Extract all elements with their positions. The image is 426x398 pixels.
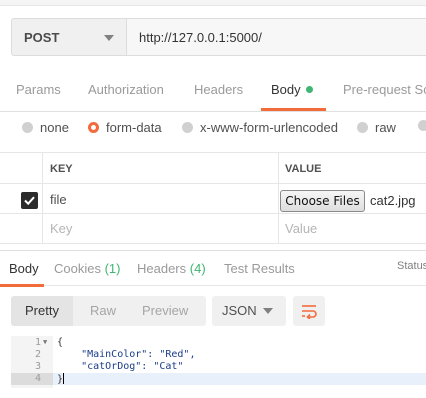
radio-raw[interactable]: raw bbox=[357, 120, 396, 135]
method-select[interactable]: POST bbox=[11, 18, 126, 56]
response-tab-test-results[interactable]: Test Results bbox=[224, 261, 295, 276]
url-text: http://127.0.0.1:5000/ bbox=[139, 29, 262, 45]
tab-headers[interactable]: Headers bbox=[194, 82, 243, 97]
response-tabs: Body Cookies (1) Headers (4) Test Result… bbox=[0, 250, 426, 287]
body-type-radios: none form-data x-www-form-urlencoded raw bbox=[0, 114, 426, 144]
key-placeholder: Key bbox=[50, 221, 73, 236]
format-select-label: JSON bbox=[222, 303, 257, 318]
table-empty-value-cell[interactable]: Value bbox=[279, 214, 426, 244]
radio-label: none bbox=[40, 120, 69, 135]
response-tab-cookies[interactable]: Cookies (1) bbox=[54, 261, 120, 276]
radio-label: raw bbox=[375, 120, 396, 135]
format-select[interactable]: JSON bbox=[212, 296, 286, 326]
text-cursor bbox=[63, 373, 65, 384]
table-empty-check-cell bbox=[0, 214, 43, 244]
radio-label: x-www-form-urlencoded bbox=[200, 120, 338, 135]
active-line-highlight bbox=[11, 373, 426, 385]
choose-files-button[interactable]: Choose Files bbox=[280, 190, 365, 212]
radio-label: form-data bbox=[106, 120, 162, 135]
response-tab-body[interactable]: Body bbox=[9, 261, 39, 276]
radio-none[interactable]: none bbox=[22, 120, 69, 135]
url-input[interactable]: http://127.0.0.1:5000/ bbox=[126, 18, 426, 56]
wrap-lines-icon bbox=[302, 305, 317, 319]
table-header-check-cell bbox=[0, 152, 43, 184]
headers-count: (4) bbox=[189, 261, 206, 276]
request-tabs: Params Authorization Headers Body Pre-re… bbox=[0, 72, 426, 112]
active-tab-underline bbox=[261, 108, 326, 111]
tab-params[interactable]: Params bbox=[16, 82, 61, 97]
body-indicator-dot-icon bbox=[305, 86, 313, 93]
table-empty-key-cell[interactable]: Key bbox=[43, 214, 279, 244]
key-column-header: KEY bbox=[50, 163, 73, 175]
selected-file-name: cat2.jpg bbox=[370, 193, 416, 208]
table-header-value-cell: VALUE bbox=[279, 152, 426, 184]
fold-arrow-icon[interactable]: ▼ bbox=[43, 338, 47, 346]
tab-label: Cookies bbox=[54, 261, 101, 276]
checkmark-icon bbox=[24, 196, 35, 206]
value-placeholder: Value bbox=[285, 221, 318, 236]
line-number: 1 bbox=[34, 337, 41, 348]
response-tab-headers[interactable]: Headers (4) bbox=[137, 261, 206, 276]
status-label: Status bbox=[397, 260, 426, 272]
value-column-header: VALUE bbox=[285, 163, 322, 175]
code-line: { bbox=[57, 337, 64, 348]
table-header-key-cell: KEY bbox=[43, 152, 279, 184]
radio-circle-icon bbox=[418, 120, 426, 131]
tab-body-label: Body bbox=[271, 82, 301, 97]
view-raw-button[interactable]: Raw bbox=[90, 303, 116, 318]
tab-pre-request-script[interactable]: Pre-request Scr bbox=[343, 82, 426, 97]
row-key-text: file bbox=[50, 192, 67, 207]
tab-body[interactable]: Body bbox=[271, 82, 313, 97]
chevron-down-icon bbox=[263, 308, 273, 314]
radio-checked-icon bbox=[88, 122, 99, 133]
radio-urlencoded[interactable]: x-www-form-urlencoded bbox=[182, 120, 338, 135]
table-row-key-cell[interactable] bbox=[43, 184, 279, 214]
row-enabled-checkbox[interactable] bbox=[21, 192, 38, 209]
code-line-last: } bbox=[57, 373, 65, 385]
view-preview-button[interactable]: Preview bbox=[142, 303, 188, 318]
tab-label: Headers bbox=[137, 261, 187, 276]
cookies-count: (1) bbox=[104, 261, 121, 276]
top-strip bbox=[0, 0, 426, 6]
active-response-tab-underline bbox=[0, 284, 44, 287]
line-number: 4 bbox=[34, 373, 41, 384]
chevron-down-icon bbox=[104, 35, 114, 41]
line-number: 3 bbox=[34, 361, 41, 372]
view-mode-group: Pretty Raw Preview bbox=[11, 296, 206, 326]
code-line: "MainColor": "Red", bbox=[57, 349, 196, 360]
line-number: 2 bbox=[34, 349, 41, 360]
method-label: POST bbox=[24, 29, 60, 45]
radio-form-data[interactable]: form-data bbox=[88, 120, 162, 135]
code-line: "catOrDog": "Cat" bbox=[57, 361, 184, 372]
wrap-lines-button[interactable] bbox=[293, 296, 325, 326]
radio-circle-icon bbox=[22, 122, 33, 133]
tab-authorization[interactable]: Authorization bbox=[88, 82, 164, 97]
radio-circle-icon bbox=[357, 122, 368, 133]
response-code-editor[interactable]: 1 ▼ 2 3 4 { "MainColor": "Red", "catOrDo… bbox=[11, 336, 426, 388]
radio-circle-icon bbox=[182, 122, 193, 133]
view-pretty-button[interactable]: Pretty bbox=[25, 303, 59, 318]
radio-binary[interactable] bbox=[418, 120, 426, 131]
